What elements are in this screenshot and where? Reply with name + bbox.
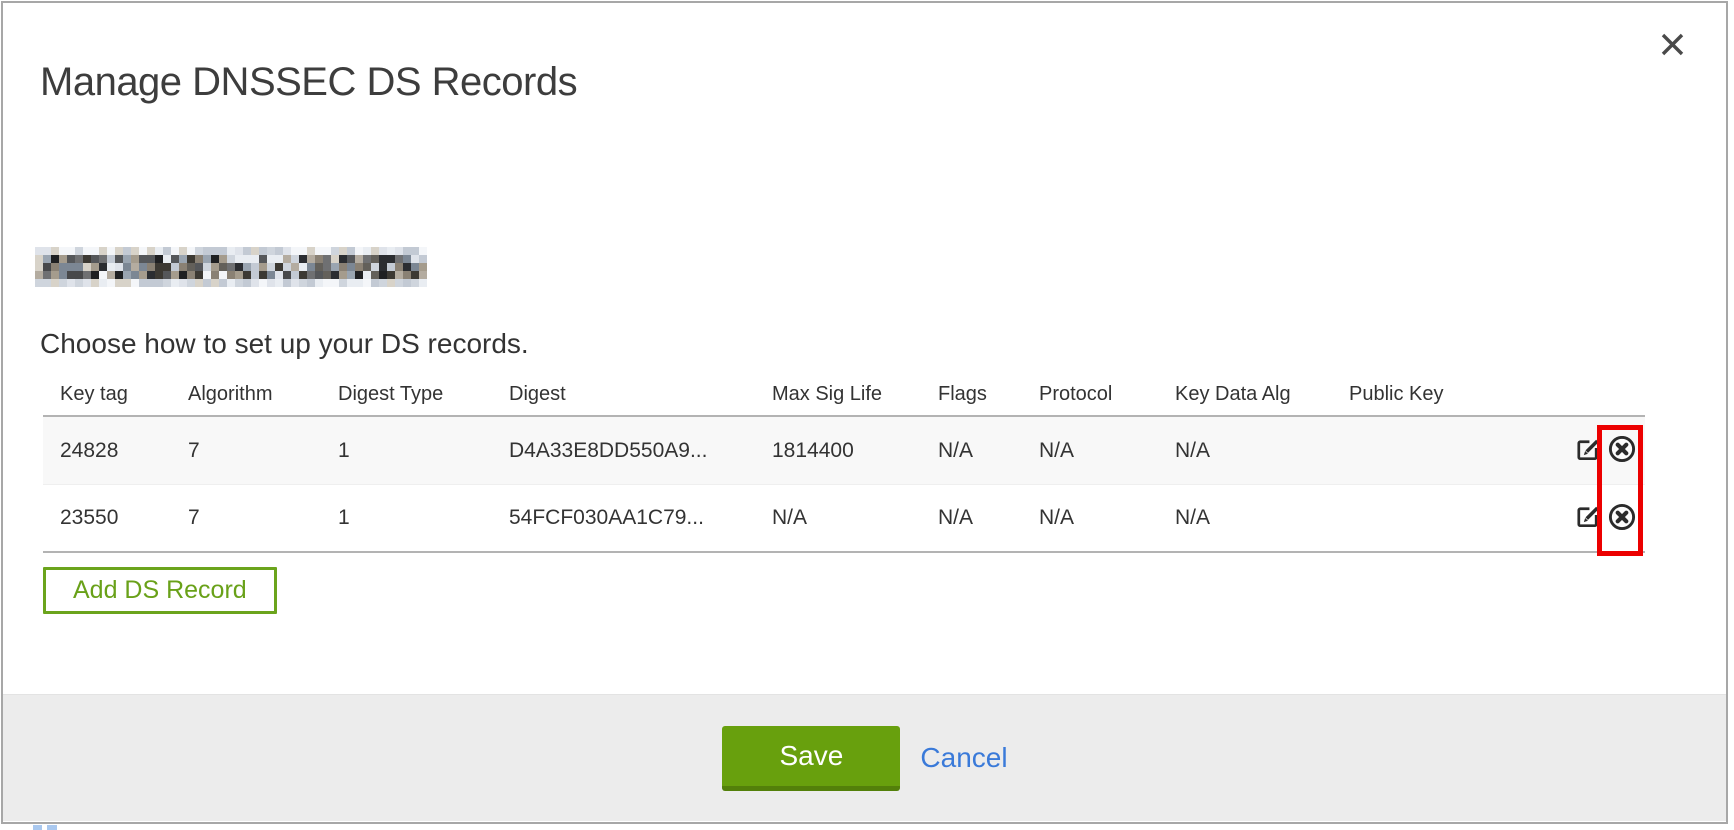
col-header-algorithm: Algorithm [188, 379, 338, 406]
delete-circle-x-icon [1607, 436, 1637, 466]
close-icon [1659, 31, 1686, 58]
col-header-max-sig-life: Max Sig Life [772, 379, 938, 406]
cell-algorithm: 7 [188, 439, 338, 463]
cell-key-data-alg: N/A [1175, 506, 1349, 530]
domain-name-redacted [35, 247, 427, 287]
page-behind-fragment [33, 825, 42, 830]
cell-flags: N/A [938, 439, 1039, 463]
col-header-digest-type: Digest Type [338, 379, 509, 406]
cell-digest: 54FCF030AA1C79... [509, 506, 772, 530]
cell-max-sig-life: 1814400 [772, 439, 938, 463]
col-header-key-tag: Key tag [60, 379, 188, 406]
table-row: 23550 7 1 54FCF030AA1C79... N/A N/A N/A … [43, 485, 1645, 553]
add-ds-record-button[interactable]: Add DS Record [43, 567, 277, 614]
cancel-link[interactable]: Cancel [920, 742, 1007, 774]
col-header-public-key: Public Key [1349, 379, 1506, 406]
close-button[interactable] [1650, 22, 1694, 66]
page-title: Manage DNSSEC DS Records [40, 60, 577, 105]
edit-record-button[interactable] [1572, 436, 1602, 466]
delete-record-button[interactable] [1607, 436, 1637, 466]
cell-protocol: N/A [1039, 506, 1175, 530]
cell-digest-type: 1 [338, 506, 509, 530]
row-actions [1506, 436, 1645, 466]
row-actions [1506, 503, 1645, 533]
page-behind-fragment [47, 825, 57, 830]
instruction-text: Choose how to set up your DS records. [40, 328, 529, 360]
ds-records-table: Key tag Algorithm Digest Type Digest Max… [43, 370, 1645, 553]
cell-algorithm: 7 [188, 506, 338, 530]
cell-protocol: N/A [1039, 439, 1175, 463]
edit-icon [1573, 503, 1602, 533]
cell-digest: D4A33E8DD550A9... [509, 439, 772, 463]
table-header-row: Key tag Algorithm Digest Type Digest Max… [43, 370, 1645, 417]
col-header-protocol: Protocol [1039, 379, 1175, 406]
dialog-footer: Save Cancel [3, 694, 1727, 821]
edit-record-button[interactable] [1572, 503, 1602, 533]
delete-circle-x-icon [1607, 503, 1637, 533]
col-header-digest: Digest [509, 379, 772, 406]
save-button[interactable]: Save [722, 726, 900, 791]
cell-key-tag: 23550 [60, 506, 188, 530]
col-header-flags: Flags [938, 379, 1039, 406]
cell-max-sig-life: N/A [772, 506, 938, 530]
cell-key-tag: 24828 [60, 439, 188, 463]
col-header-actions [1506, 391, 1645, 395]
delete-record-button[interactable] [1607, 503, 1637, 533]
table-row: 24828 7 1 D4A33E8DD550A9... 1814400 N/A … [43, 417, 1645, 485]
edit-icon [1573, 436, 1602, 466]
cell-flags: N/A [938, 506, 1039, 530]
cell-key-data-alg: N/A [1175, 439, 1349, 463]
table-body: 24828 7 1 D4A33E8DD550A9... 1814400 N/A … [43, 417, 1645, 553]
cell-digest-type: 1 [338, 439, 509, 463]
col-header-key-data-alg: Key Data Alg [1175, 379, 1349, 406]
dnssec-dialog: Manage DNSSEC DS Records Choose how to s… [0, 0, 1734, 830]
